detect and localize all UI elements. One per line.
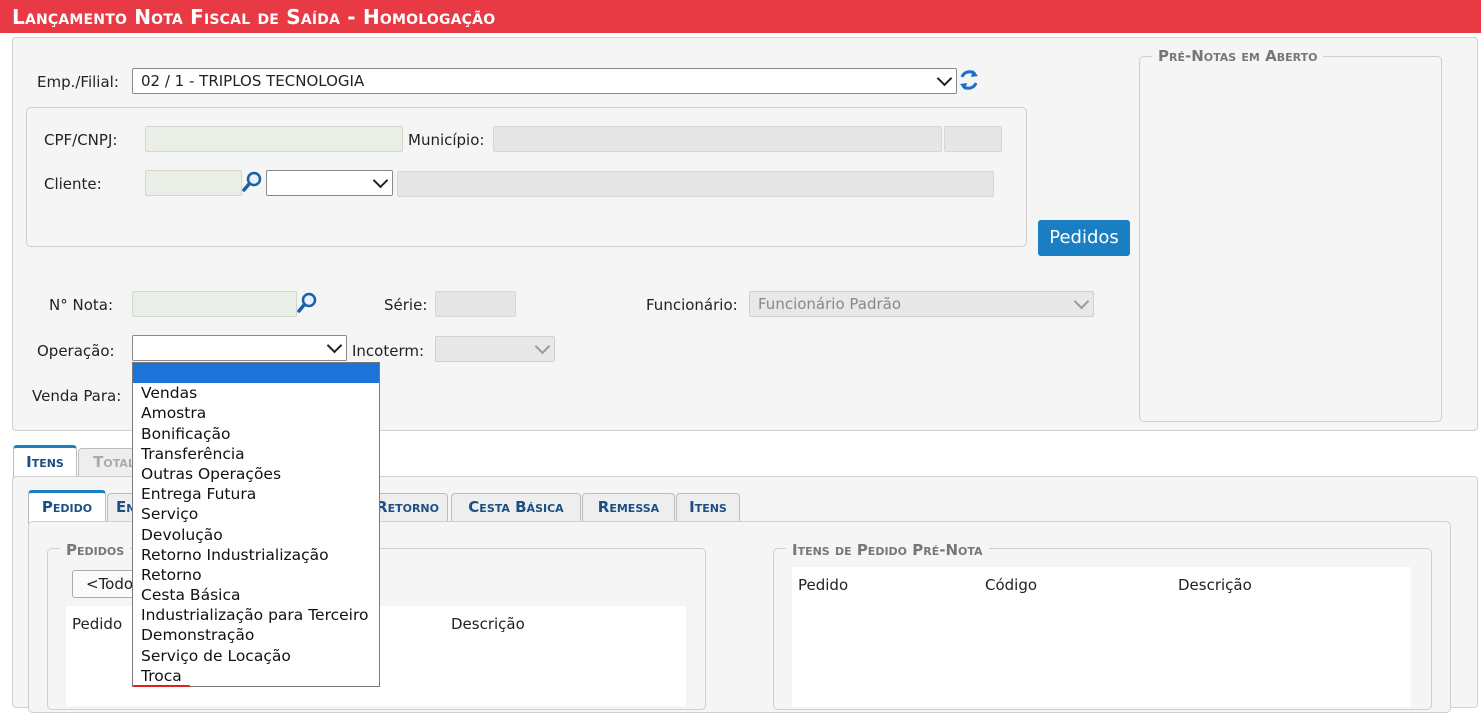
uf-field (944, 126, 1002, 152)
venda-para-label: Venda Para: (32, 387, 122, 405)
incoterm-label: Incoterm: (352, 342, 425, 360)
operacao-option-industrializacao-terceiro[interactable]: Industrialização para Terceiro (133, 605, 379, 625)
emp-filial-label: Emp./Filial: (37, 73, 119, 91)
chevron-down-icon (936, 70, 953, 87)
emp-filial-select[interactable]: 02 / 1 - TRIPLOS TECNOLOGIA (132, 68, 957, 94)
operacao-select[interactable] (132, 335, 347, 361)
serie-field (435, 291, 516, 317)
cliente-code-input[interactable] (145, 170, 242, 196)
serie-label: Série: (384, 296, 428, 314)
operacao-option-retorno-industrializacao[interactable]: Retorno Industrialização (133, 545, 379, 565)
pedidos-col-pedido: Pedido (72, 615, 123, 633)
tab-remessa[interactable]: Remessa (582, 493, 675, 522)
operacao-option-demonstracao[interactable]: Demonstração (133, 625, 379, 645)
cpf-cnpj-input[interactable] (145, 126, 403, 152)
troca-underline-mark (133, 685, 190, 687)
tab-cesta-basica[interactable]: Cesta Básica (451, 493, 581, 522)
itens-col-pedido: Pedido (798, 576, 849, 594)
operacao-label: Operação: (37, 342, 115, 360)
itens-col-codigo: Código (985, 576, 1038, 594)
operacao-option-cesta-basica[interactable]: Cesta Básica (133, 585, 379, 605)
chevron-down-icon (372, 172, 389, 189)
cpf-cnpj-label: CPF/CNPJ: (44, 131, 118, 149)
refresh-icon[interactable] (959, 68, 979, 92)
itens-pedido-legend: Itens de Pedido Pré-Nota (786, 541, 989, 559)
cliente-type-select[interactable] (266, 170, 393, 196)
operacao-dropdown-list: Vendas Amostra Bonificação Transferência… (132, 362, 380, 687)
funcionario-label: Funcionário: (646, 296, 738, 314)
nota-input[interactable] (132, 291, 297, 317)
operacao-option-devolucao[interactable]: Devolução (133, 525, 379, 545)
search-icon[interactable] (297, 292, 317, 318)
pre-notas-box (1139, 56, 1442, 422)
funcionario-value: Funcionário Padrão (758, 295, 902, 313)
pedidos-button[interactable]: Pedidos (1038, 220, 1130, 256)
tab-itens[interactable]: Itens (13, 445, 77, 478)
pedidos-col-descricao: Descrição (451, 615, 525, 633)
cliente-label: Cliente: (44, 175, 102, 193)
operacao-option-amostra[interactable]: Amostra (133, 403, 379, 423)
itens-pedido-table (792, 567, 1411, 707)
municipio-label: Município: (408, 131, 485, 149)
incoterm-select (435, 336, 555, 362)
emp-filial-value: 02 / 1 - TRIPLOS TECNOLOGIA (141, 72, 365, 90)
search-icon[interactable] (242, 171, 262, 197)
operacao-option-bonificacao[interactable]: Bonificação (133, 424, 379, 444)
title-bar: Lançamento Nota Fiscal de Saída - Homolo… (0, 0, 1481, 33)
page-title: Lançamento Nota Fiscal de Saída - Homolo… (12, 5, 496, 29)
chevron-down-icon (1073, 293, 1090, 310)
operacao-option-troca[interactable]: Troca (133, 666, 379, 686)
operacao-option-servico[interactable]: Serviço (133, 504, 379, 524)
operacao-option-transferencia[interactable]: Transferência (133, 444, 379, 464)
operacao-option-outras-operacoes[interactable]: Outras Operações (133, 464, 379, 484)
chevron-down-icon (534, 338, 551, 355)
chevron-down-icon (326, 337, 343, 354)
operacao-option-vendas[interactable]: Vendas (133, 383, 379, 403)
municipio-field (493, 126, 942, 152)
tab-pedido[interactable]: Pedido (28, 490, 106, 524)
operacao-option-empty[interactable] (133, 363, 379, 384)
operacao-option-entrega-futura[interactable]: Entrega Futura (133, 484, 379, 504)
todos-button-label: <Todo (86, 575, 134, 593)
nota-label: N° Nota: (49, 296, 114, 314)
itens-col-descricao: Descrição (1178, 576, 1252, 594)
pre-notas-legend: Pré-Notas em Aberto (1152, 47, 1324, 65)
pedidos-legend: Pedidos (60, 541, 131, 559)
operacao-option-servico-locacao[interactable]: Serviço de Locação (133, 646, 379, 666)
operacao-option-retorno[interactable]: Retorno (133, 565, 379, 585)
tab-itens-inner[interactable]: Itens (676, 493, 740, 522)
cliente-name-field (397, 171, 994, 197)
funcionario-select: Funcionário Padrão (749, 291, 1094, 317)
